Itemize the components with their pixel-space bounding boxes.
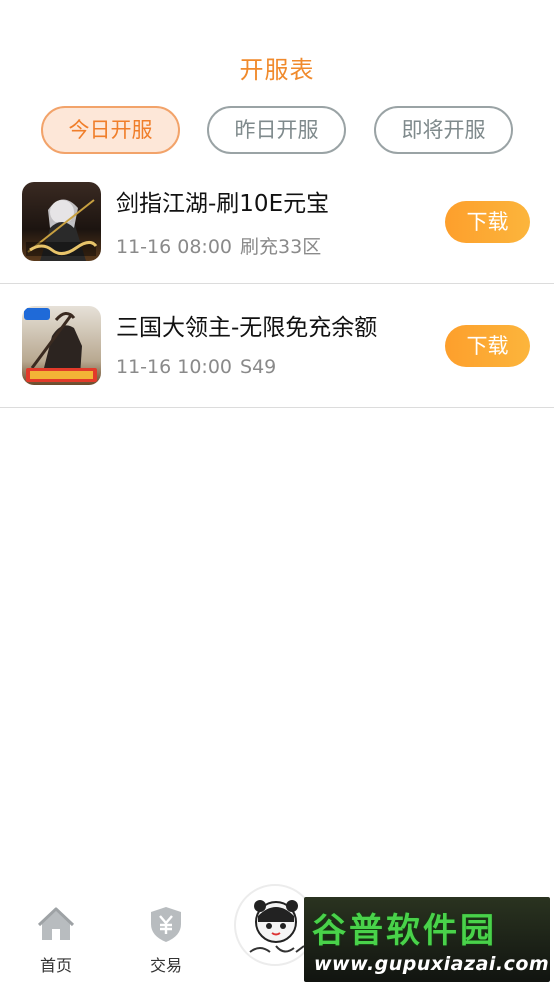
game-server-info: 11-16 10:00 S49 xyxy=(116,356,276,378)
nav-trade[interactable]: 交易 xyxy=(126,904,206,976)
game-title[interactable]: 剑指江湖-刷10E元宝 xyxy=(116,184,329,218)
server-name: 刷充33区 xyxy=(240,236,322,258)
game-server-info: 11-16 08:00 刷充33区 xyxy=(116,232,321,259)
game-row[interactable]: 剑指江湖-刷10E元宝 11-16 08:00 刷充33区 下载 xyxy=(0,160,554,284)
game-thumbnail[interactable] xyxy=(22,306,101,385)
game-thumbnail[interactable] xyxy=(22,182,101,261)
server-name: S49 xyxy=(240,356,277,378)
nav-home[interactable]: 首页 xyxy=(16,904,96,976)
tab-today[interactable]: 今日开服 xyxy=(41,106,180,154)
watermark-title: 谷普软件园 xyxy=(312,911,497,951)
open-time: 11-16 10:00 xyxy=(116,356,233,378)
download-button[interactable]: 下载 xyxy=(445,325,530,367)
watermark-logo: 谷普软件园 www.gupuxiazai.com xyxy=(304,897,550,982)
shield-yen-icon xyxy=(151,907,181,942)
tab-upcoming[interactable]: 即将开服 xyxy=(374,106,513,154)
open-time: 11-16 08:00 xyxy=(116,236,233,258)
game-row[interactable]: 三国大领主-无限免充余额 11-16 10:00 S49 下载 xyxy=(0,284,554,408)
nav-trade-label: 交易 xyxy=(149,956,182,975)
download-button[interactable]: 下载 xyxy=(445,201,530,243)
tab-yesterday[interactable]: 昨日开服 xyxy=(207,106,346,154)
page-title: 开服表 xyxy=(239,56,315,84)
watermark-url: www.gupuxiazai.com xyxy=(314,953,550,975)
nav-home-label: 首页 xyxy=(39,956,72,975)
game-title[interactable]: 三国大领主-无限免充余额 xyxy=(116,308,377,342)
server-tabs: 今日开服 昨日开服 即将开服 xyxy=(41,106,513,154)
home-icon xyxy=(37,907,75,940)
